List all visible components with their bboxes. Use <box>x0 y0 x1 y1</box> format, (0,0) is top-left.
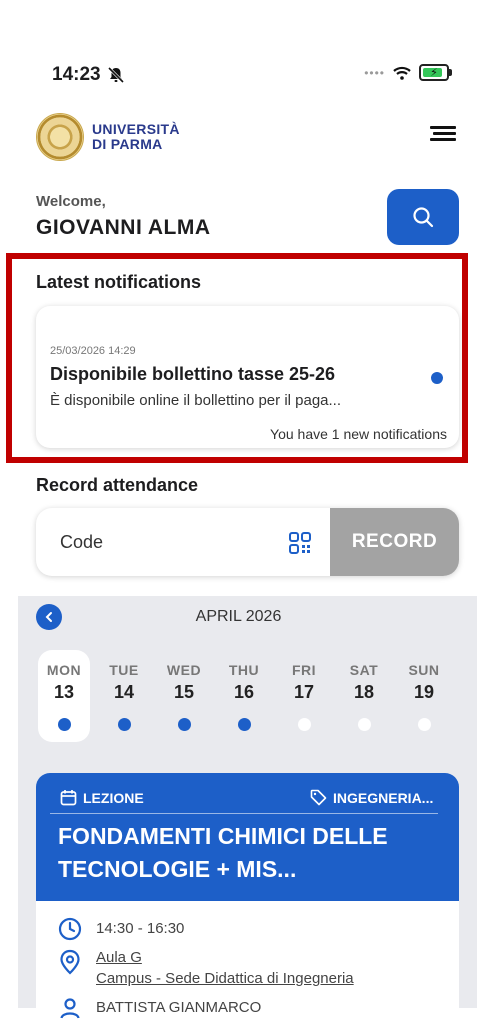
notification-headline: Disponibile bollettino tasse 25-26 <box>50 364 336 384</box>
user-name: GIOVANNI ALMA <box>36 216 211 239</box>
search-icon <box>413 207 434 228</box>
status-time: 14:23 <box>52 64 125 86</box>
bell-slash-icon <box>107 66 124 84</box>
status-time-text: 14:23 <box>52 64 101 85</box>
lesson-teacher-row: BATTISTA GIANMARCO <box>58 996 261 1020</box>
notification-date: 25/03/2026 14:29 <box>50 345 136 357</box>
lesson-category: INGEGNERIA... <box>333 789 434 806</box>
event-dot-icon <box>237 718 251 731</box>
calendar-month: APRIL 2026 <box>195 608 282 625</box>
calendar-day-date: 18 <box>353 682 375 702</box>
signal-dots-icon: •••• <box>364 65 385 80</box>
university-logo[interactable]: UNIVERSITÀ DI PARMA <box>36 113 180 161</box>
calendar-day-wed[interactable]: WED 15 <box>158 650 210 742</box>
calendar-day-name: TUE <box>109 662 139 678</box>
unread-dot-icon <box>431 372 443 384</box>
notification-count[interactable]: You have 1 new notifications <box>270 426 447 442</box>
lesson-time: 14:30 - 16:30 <box>96 920 185 937</box>
event-dot-icon <box>417 718 431 731</box>
calendar-day-date: 16 <box>233 682 255 702</box>
lesson-divider <box>50 813 438 814</box>
calendar-day-date: 14 <box>113 682 135 702</box>
notification-body: È disponibile online il bollettino per i… <box>50 392 342 409</box>
calendar-day-name: MON <box>46 662 82 678</box>
logo-line1: UNIVERSITÀ <box>92 121 180 137</box>
calendar-day-name: SAT <box>349 662 379 678</box>
calendar-day-date: 13 <box>53 682 75 702</box>
calendar-day-name: FRI <box>291 662 317 678</box>
logo-line2: DI PARMA <box>92 136 163 152</box>
calendar-day-thu[interactable]: THU 16 <box>218 650 270 742</box>
event-dot-icon <box>177 718 191 731</box>
lesson-room[interactable]: Aula G <box>96 949 354 966</box>
calendar-day-name: THU <box>228 662 260 678</box>
calendar-day-date: 15 <box>173 682 195 702</box>
battery-icon: ⚡ <box>419 64 452 81</box>
calendar-day-name: SUN <box>408 662 440 678</box>
attendance-title: Record attendance <box>36 475 199 495</box>
event-dot-icon <box>117 718 131 731</box>
calendar-day-tue[interactable]: TUE 14 <box>98 650 150 742</box>
person-icon <box>60 998 80 1019</box>
menu-icon[interactable] <box>430 126 456 144</box>
welcome-label: Welcome, <box>36 193 106 210</box>
calendar-day-sat[interactable]: SAT 18 <box>338 650 390 742</box>
qr-code-icon[interactable] <box>289 532 311 554</box>
lesson-type-tag: LEZIONE <box>60 789 144 806</box>
attendance-code-input[interactable]: Code <box>60 532 103 553</box>
logo-text: UNIVERSITÀ DI PARMA <box>92 122 180 152</box>
calendar-icon <box>60 790 77 806</box>
calendar-day-sun[interactable]: SUN 19 <box>398 650 450 742</box>
tag-icon <box>310 789 327 806</box>
event-dot-icon <box>297 718 311 731</box>
lesson-time-row: 14:30 - 16:30 <box>58 917 184 941</box>
lesson-type: LEZIONE <box>83 789 144 806</box>
location-pin-icon <box>60 949 80 975</box>
wifi-icon <box>393 66 411 80</box>
lesson-title: FONDAMENTI CHIMICI DELLE TECNOLOGIE + MI… <box>58 823 388 882</box>
lesson-location-row[interactable]: Aula G Campus - Sede Didattica di Ingegn… <box>58 949 354 987</box>
search-button[interactable] <box>387 189 459 245</box>
clock-icon <box>58 917 82 941</box>
calendar-day-date: 17 <box>293 682 315 702</box>
lesson-category-tag: INGEGNERIA... <box>310 789 433 806</box>
calendar-day-mon[interactable]: MON 13 <box>38 650 90 742</box>
calendar-day-name: WED <box>166 662 202 678</box>
event-dot-icon <box>57 718 71 731</box>
university-seal-icon <box>36 113 84 161</box>
lesson-location: Aula G Campus - Sede Didattica di Ingegn… <box>96 949 354 987</box>
calendar-day-fri[interactable]: FRI 17 <box>278 650 330 742</box>
status-indicators: •••• ⚡ <box>364 64 452 81</box>
notifications-title: Latest notifications <box>36 272 202 292</box>
event-dot-icon <box>357 718 371 731</box>
calendar-day-date: 19 <box>413 682 435 702</box>
record-button[interactable]: RECORD <box>330 508 459 576</box>
lesson-campus[interactable]: Campus - Sede Didattica di Ingegneria <box>96 970 354 987</box>
